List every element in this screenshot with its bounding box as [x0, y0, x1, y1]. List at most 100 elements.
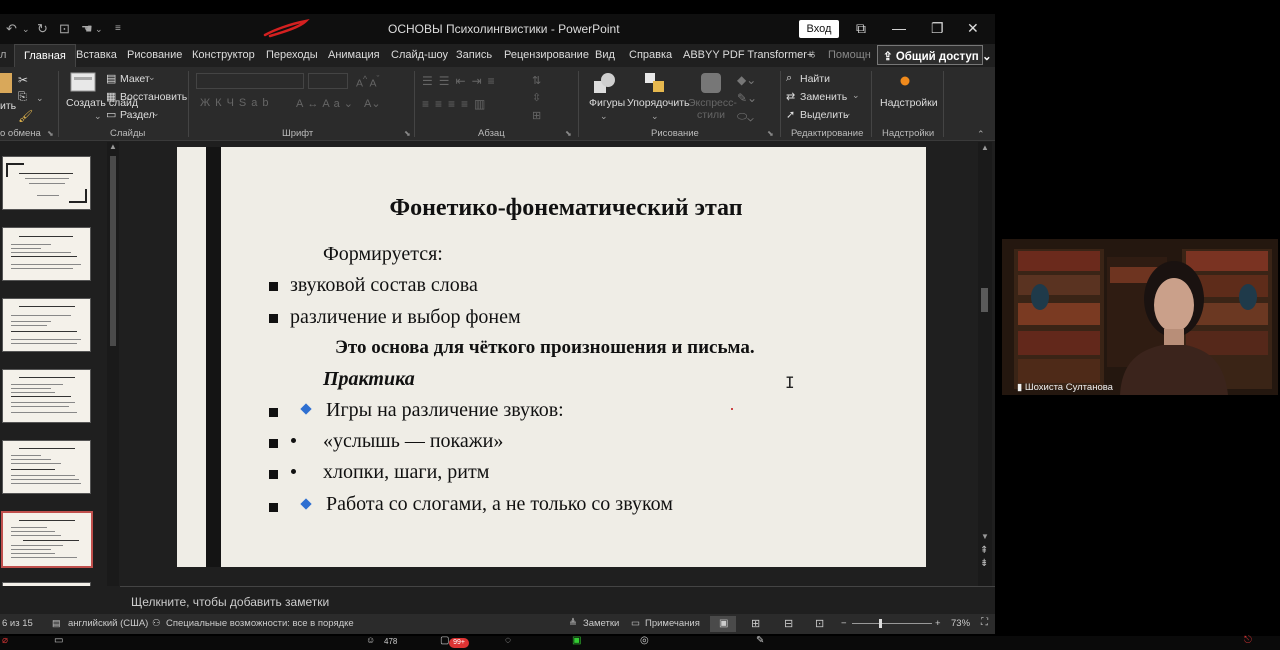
slide-thumbnail[interactable] [2, 298, 91, 352]
arrange-icon[interactable] [643, 71, 667, 95]
reactions-icon[interactable]: ◌ [505, 635, 511, 646]
slide-thumbnail[interactable] [2, 440, 91, 494]
maximize-icon[interactable]: ❐ [931, 20, 944, 37]
font-size-field[interactable] [308, 73, 348, 89]
apps-icon[interactable]: ✎ [756, 635, 764, 646]
drawing-launcher-icon[interactable]: ⬊ [767, 129, 774, 138]
scroll-up-icon[interactable]: ▲ [109, 142, 117, 151]
find-button[interactable]: Найти [800, 73, 830, 85]
scroll-thumb[interactable] [110, 156, 116, 346]
copy-icon[interactable]: ⎘ [18, 91, 27, 104]
editor-scrollbar[interactable]: ▲ ▼ ⇞ ⇟ [978, 142, 992, 586]
section-dropdown-icon[interactable]: ⌄ [152, 108, 160, 119]
participant-video[interactable]: ▮ Шохиста Султанова [1002, 239, 1278, 395]
slideshow-icon[interactable]: ⊡ [815, 617, 824, 630]
shapes-button[interactable]: Фигуры [589, 97, 625, 109]
signin-button[interactable]: Вход [799, 20, 839, 38]
scroll-thumb[interactable] [981, 288, 988, 312]
touch-mode-icon[interactable]: ☚ [81, 21, 93, 37]
thumbnails-scrollbar[interactable]: ▲ [107, 142, 119, 586]
replace-button[interactable]: Заменить [800, 91, 847, 103]
scroll-up-icon[interactable]: ▲ [981, 143, 989, 152]
clipboard-launcher-icon[interactable]: ⬊ [47, 129, 54, 138]
quick-styles-button[interactable]: Экспресс-стили [688, 97, 737, 121]
spelling-icon[interactable]: ▤ [52, 618, 61, 629]
shapes-icon[interactable] [592, 71, 618, 95]
slide-canvas[interactable]: Фонетико-фонематический этап Формируется… [177, 147, 926, 567]
select-dropdown-icon[interactable]: ⌄ [844, 108, 852, 119]
font-color-icon[interactable]: A⌄ [364, 97, 381, 110]
slide-thumbnail[interactable] [2, 369, 91, 423]
shape-outline-icon[interactable]: ✎⌄ [737, 91, 757, 105]
ribbon-display-icon[interactable]: ⧉ [856, 20, 866, 37]
share-button[interactable]: ⇪ Общий доступ ⌄ [877, 45, 992, 65]
camera-icon[interactable]: ▭ [54, 635, 63, 646]
tab-tell-me[interactable]: Помощн [828, 49, 871, 61]
tab-home[interactable]: Главная [14, 44, 76, 67]
close-icon[interactable]: ✕ [967, 20, 979, 37]
tab-view[interactable]: Вид [595, 49, 615, 61]
layout-dropdown-icon[interactable]: ⌄ [148, 72, 156, 83]
undo-dropdown-icon[interactable]: ⌄ [22, 24, 30, 35]
language-status[interactable]: английский (США) [68, 618, 148, 629]
tab-abbyy[interactable]: ABBYY PDF Transformer+ [683, 49, 813, 61]
quick-styles-icon[interactable] [699, 71, 723, 95]
format-painter-icon[interactable]: 🖌 [18, 109, 33, 123]
smartart-icon[interactable]: ⊞ [532, 109, 541, 122]
slide-thumbnail[interactable] [2, 227, 91, 281]
shape-fill-icon[interactable]: ◆⌄ [737, 73, 756, 87]
list-icons[interactable]: ☰☰⇤⇥≡ [422, 74, 501, 88]
shapes-dropdown-icon[interactable]: ⌄ [600, 111, 608, 122]
section-button[interactable]: Раздел [120, 109, 155, 121]
align-text-icon[interactable]: ⇳ [532, 91, 541, 104]
mic-icon[interactable]: ⌀ [2, 635, 8, 646]
slide-title[interactable]: Фонетико-фонематический этап [177, 195, 955, 222]
present-icon[interactable]: ⊡ [59, 21, 70, 37]
font-format-icons[interactable]: ЖКЧSab [200, 97, 273, 109]
notes-pane[interactable]: Щелкните, чтобы добавить заметки [120, 586, 995, 614]
leave-icon[interactable]: ⎋ [1244, 635, 1252, 646]
normal-view-button[interactable]: ▣ [710, 616, 736, 632]
accessibility-icon[interactable]: ⚇ [152, 618, 161, 629]
tab-design[interactable]: Конструктор [192, 49, 255, 61]
zoom-slider[interactable] [852, 623, 932, 624]
redo-icon[interactable]: ↻ [37, 21, 48, 37]
participants-icon[interactable]: ☺ [366, 635, 375, 645]
slide-thumbnail[interactable] [2, 156, 91, 210]
previous-slide-icon[interactable]: ⇞ [980, 545, 988, 556]
collapse-ribbon-icon[interactable]: ⌃ [977, 129, 985, 140]
font-name-field[interactable] [196, 73, 304, 89]
slide-thumbnail-selected[interactable] [1, 511, 93, 568]
notes-toggle[interactable]: Заметки [583, 618, 619, 629]
chat-icon[interactable]: ▢ [440, 635, 449, 646]
notes-placeholder[interactable]: Щелкните, чтобы добавить заметки [131, 595, 329, 609]
align-icons[interactable]: ≡≡≡≡▥ [422, 97, 491, 111]
record-icon[interactable]: ◎ [640, 635, 649, 646]
tab-animations[interactable]: Анимация [328, 49, 380, 61]
paste-icon[interactable] [0, 71, 16, 95]
tab-transitions[interactable]: Переходы [266, 49, 318, 61]
undo-icon[interactable]: ↶ [6, 21, 17, 37]
paragraph-launcher-icon[interactable]: ⬊ [565, 129, 572, 138]
tab-help[interactable]: Справка [629, 49, 672, 61]
minimize-icon[interactable]: — [892, 20, 906, 36]
arrange-dropdown-icon[interactable]: ⌄ [651, 111, 659, 122]
tab-file-fragment[interactable]: л [0, 49, 6, 61]
slide-sorter-icon[interactable]: ⊞ [751, 617, 760, 630]
text-direction-icon[interactable]: ⇅ [532, 74, 541, 87]
tab-review[interactable]: Рецензирование [504, 49, 589, 61]
zoom-level[interactable]: 73% [951, 618, 970, 629]
addins-icon[interactable] [898, 74, 912, 88]
comments-toggle[interactable]: Примечания [645, 618, 700, 629]
zoom-out-icon[interactable]: − [841, 618, 847, 629]
zoom-slider-thumb[interactable] [879, 619, 882, 628]
touch-dropdown-icon[interactable]: ⌄ [95, 24, 103, 35]
reading-view-icon[interactable]: ⊟ [784, 617, 793, 630]
new-slide-dropdown-icon[interactable]: ⌄ [94, 111, 102, 122]
font-grow-icon[interactable]: A^ Aˇ [356, 74, 379, 90]
select-button[interactable]: Выделить [800, 109, 848, 121]
font-launcher-icon[interactable]: ⬊ [404, 129, 411, 138]
replace-dropdown-icon[interactable]: ⌄ [852, 90, 860, 101]
customize-toolbar-icon[interactable]: ≡ [115, 23, 121, 34]
tab-record[interactable]: Запись [456, 49, 492, 61]
